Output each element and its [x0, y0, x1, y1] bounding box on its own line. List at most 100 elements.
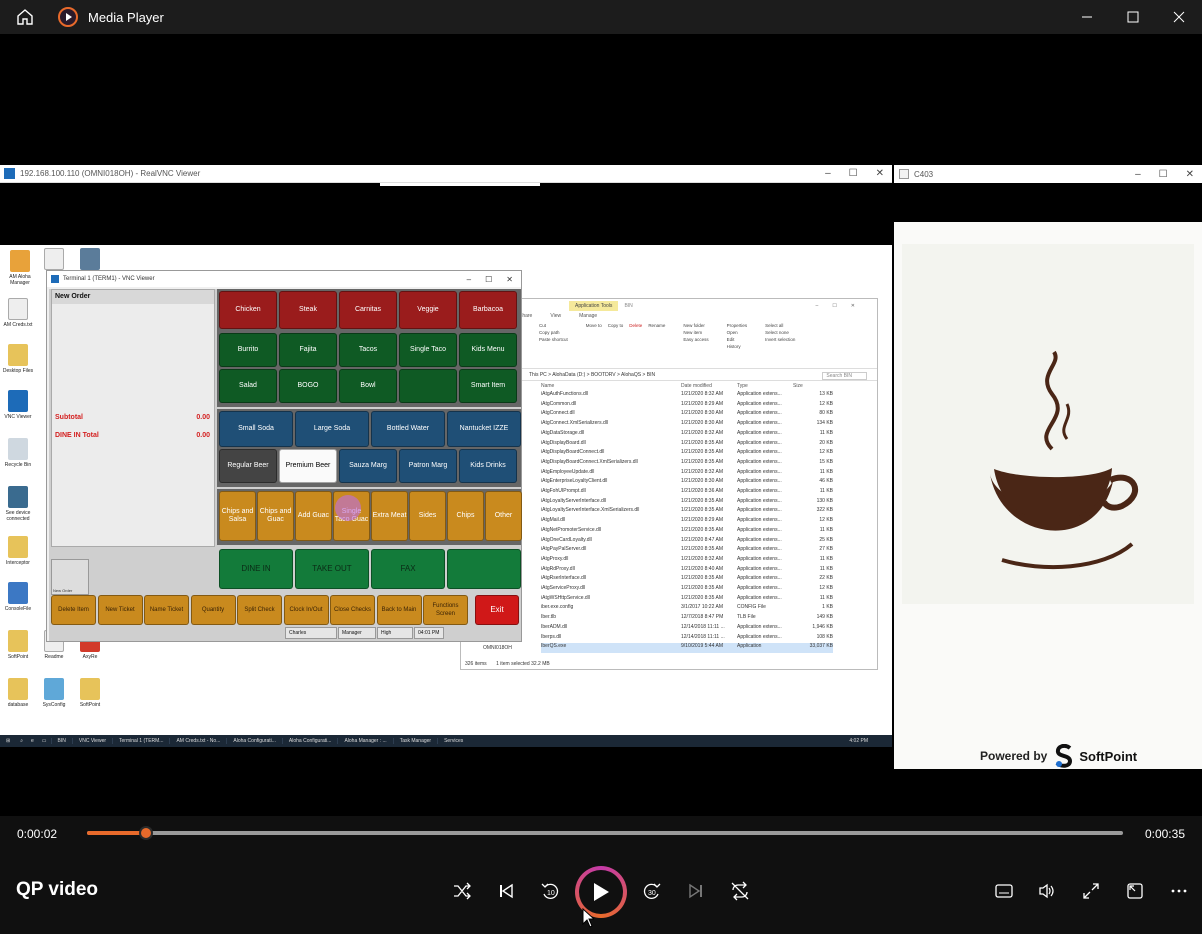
- file-row[interactable]: iAtgRserInterface.dll 1/21/2020 8:35 AM Ap…: [541, 575, 833, 585]
- copy-to-button[interactable]: Copy to: [608, 323, 624, 366]
- file-row[interactable]: iAtgAuthFunctions.dll 1/21/2020 8:32 AM Ap…: [541, 391, 833, 401]
- edit-button[interactable]: Edit: [727, 337, 748, 342]
- copy-path-button[interactable]: Copy path: [539, 330, 568, 335]
- start-icon[interactable]: ⊞: [0, 738, 16, 744]
- explorer-address-bar[interactable]: This PC > AlohaData (D:) > BOOTDRV > Alo…: [461, 369, 877, 381]
- side-button[interactable]: Extra Meat: [371, 491, 408, 541]
- side-button[interactable]: Add Guac: [295, 491, 332, 541]
- edge-icon[interactable]: e: [27, 738, 38, 744]
- file-row[interactable]: iAtgNetPromoterService.dll 1/21/2020 8:35…: [541, 527, 833, 537]
- taskbar-item[interactable]: Aloha Configurati...: [281, 738, 338, 744]
- entree-button[interactable]: Smart Item: [459, 369, 517, 403]
- file-row[interactable]: iAtgLoyaltyServerInterface.XmlSerializer…: [541, 507, 833, 517]
- file-row[interactable]: iAtgConnect.XmlSerializers.dll 1/21/2020 …: [541, 420, 833, 430]
- function-button[interactable]: Back to Main: [376, 595, 422, 625]
- drink-button[interactable]: Nantucket IZZE: [447, 411, 521, 447]
- properties-button[interactable]: Properties: [727, 323, 748, 328]
- function-button[interactable]: Close Checks: [330, 595, 375, 625]
- function-button[interactable]: Delete Item: [51, 595, 96, 625]
- file-row[interactable]: iAtgRdProxy.dll 1/21/2020 8:40 AM Applicat…: [541, 566, 833, 576]
- easy-access-button[interactable]: Easy access: [683, 337, 708, 342]
- file-row[interactable]: iAtgDisplayBoardConnect.dll 1/21/2020 8:3…: [541, 449, 833, 459]
- file-row[interactable]: iAtgWSHttpService.dll 1/21/2020 8:35 AM Ap…: [541, 595, 833, 605]
- term-close-icon[interactable]: ✕: [506, 275, 513, 284]
- function-button[interactable]: Name Ticket: [144, 595, 189, 625]
- taskbar-item[interactable]: Task Manager: [392, 738, 437, 744]
- cut-button[interactable]: Cut: [539, 323, 568, 328]
- paste-shortcut-button[interactable]: Paste shortcut: [539, 337, 568, 342]
- minimize-button[interactable]: [1064, 0, 1110, 34]
- file-row[interactable]: iber.exe.config 3/1/2017 10:22 AM CONFIG F…: [541, 604, 833, 614]
- file-row[interactable]: iAtgLoyaltyServerInterface.dll 1/21/2020 …: [541, 498, 833, 508]
- file-row[interactable]: iAtgDisplayBoardConnect.XmlSerializers.d…: [541, 459, 833, 469]
- entree-button[interactable]: Fajita: [279, 333, 337, 367]
- file-row[interactable]: iAtgOneCardLoyalty.dll 1/21/2020 8:47 AM A…: [541, 537, 833, 547]
- function-button[interactable]: Clock In/Out: [283, 595, 329, 625]
- tab-manage[interactable]: Manage: [579, 313, 597, 319]
- drink-button[interactable]: Sauza Marg: [339, 449, 397, 483]
- delete-button[interactable]: Delete: [629, 323, 642, 366]
- taskbar-item[interactable]: AM Creds.txt - No...: [169, 738, 226, 744]
- drink-button[interactable]: Kids Drinks: [459, 449, 517, 483]
- drink-button[interactable]: Premium Beer: [279, 449, 337, 483]
- dining-mode-button[interactable]: DINE IN: [219, 549, 293, 589]
- file-row[interactable]: iAtgMail.dll 1/21/2020 8:29 AM Application…: [541, 517, 833, 527]
- side-button[interactable]: Other: [485, 491, 522, 541]
- file-row[interactable]: iAtgServiceProxy.dll 1/21/2020 8:35 AM App…: [541, 585, 833, 595]
- side-button[interactable]: Chips and Salsa: [219, 491, 256, 541]
- new-order-thumbnail[interactable]: New Order: [51, 559, 89, 595]
- file-row[interactable]: iAtgConnect.dll 1/21/2020 8:30 AM Applicat…: [541, 410, 833, 420]
- file-row[interactable]: Iberps.dll 12/14/2018 11:11 ... Applicatio…: [541, 634, 833, 644]
- volume-button[interactable]: [1035, 879, 1059, 903]
- entree-button[interactable]: Chicken: [219, 291, 277, 329]
- entree-button[interactable]: Kids Menu: [459, 333, 517, 367]
- miniplayer-button[interactable]: [1123, 879, 1147, 903]
- function-button[interactable]: Functions Screen: [423, 595, 468, 625]
- drink-button[interactable]: Large Soda: [295, 411, 369, 447]
- drink-button[interactable]: Bottled Water: [371, 411, 445, 447]
- entree-button[interactable]: BOGO: [279, 369, 337, 403]
- close-button[interactable]: [1156, 0, 1202, 34]
- side-button[interactable]: Sides: [409, 491, 446, 541]
- dining-mode-button[interactable]: [447, 549, 521, 589]
- taskbar-item[interactable]: BIN: [50, 738, 72, 744]
- file-row[interactable]: iAtgPayPalServer.dll 1/21/2020 8:35 AM App…: [541, 546, 833, 556]
- select-none-button[interactable]: Select none: [765, 330, 795, 335]
- new-item-button[interactable]: New item: [683, 330, 708, 335]
- explorer-nav-item[interactable]: OMNI018OH: [483, 645, 512, 651]
- fullscreen-button[interactable]: [1079, 879, 1103, 903]
- file-row[interactable]: IberQS.exe 9/10/2019 5:44 AM Application 33…: [541, 643, 833, 653]
- term-minimize-icon[interactable]: –: [467, 275, 471, 284]
- file-row[interactable]: iAtgEmployeeUpdate.dll 1/21/2020 8:32 AM A…: [541, 469, 833, 479]
- rename-button[interactable]: Rename: [648, 323, 665, 366]
- select-all-button[interactable]: Select all: [765, 323, 795, 328]
- entree-button[interactable]: Burrito: [219, 333, 277, 367]
- dining-mode-button[interactable]: FAX: [371, 549, 445, 589]
- side-button[interactable]: Chips and Guac: [257, 491, 294, 541]
- more-options-button[interactable]: [1167, 879, 1191, 903]
- taskbar-item[interactable]: VNC Viewer: [71, 738, 112, 744]
- history-button[interactable]: History: [727, 344, 748, 349]
- file-row[interactable]: iAtgCommon.dll 1/21/2020 8:29 AM Applicati…: [541, 401, 833, 411]
- entree-button[interactable]: [399, 369, 457, 403]
- file-row[interactable]: iAtgEnterpriseLoyaltyClient.dll 1/21/2020…: [541, 478, 833, 488]
- shuffle-button[interactable]: [450, 879, 474, 903]
- next-button[interactable]: [684, 879, 708, 903]
- folder-icon[interactable]: ▭: [38, 738, 51, 744]
- entree-button[interactable]: Tacos: [339, 333, 397, 367]
- exit-button[interactable]: Exit: [475, 595, 519, 625]
- taskbar-item[interactable]: Services: [437, 738, 469, 744]
- entree-button[interactable]: Carnitas: [339, 291, 397, 329]
- file-row[interactable]: IberADM.dll 12/14/2018 11:11 ... Applicati…: [541, 624, 833, 634]
- open-button[interactable]: Open: [727, 330, 748, 335]
- drink-button[interactable]: Patron Marg: [399, 449, 457, 483]
- tab-view[interactable]: View: [550, 313, 561, 319]
- taskbar-item[interactable]: Aloha Configurati...: [226, 738, 282, 744]
- taskbar-item[interactable]: Aloha Manager : ...: [337, 738, 392, 744]
- explorer-search[interactable]: Search BIN: [822, 372, 867, 380]
- entree-button[interactable]: Bowl: [339, 369, 397, 403]
- file-row[interactable]: iAtgFohUIPrompt.dll 1/21/2020 8:36 AM Appl…: [541, 488, 833, 498]
- drink-button[interactable]: Regular Beer: [219, 449, 277, 483]
- col-type[interactable]: Type: [737, 383, 793, 389]
- repeat-button[interactable]: [728, 879, 752, 903]
